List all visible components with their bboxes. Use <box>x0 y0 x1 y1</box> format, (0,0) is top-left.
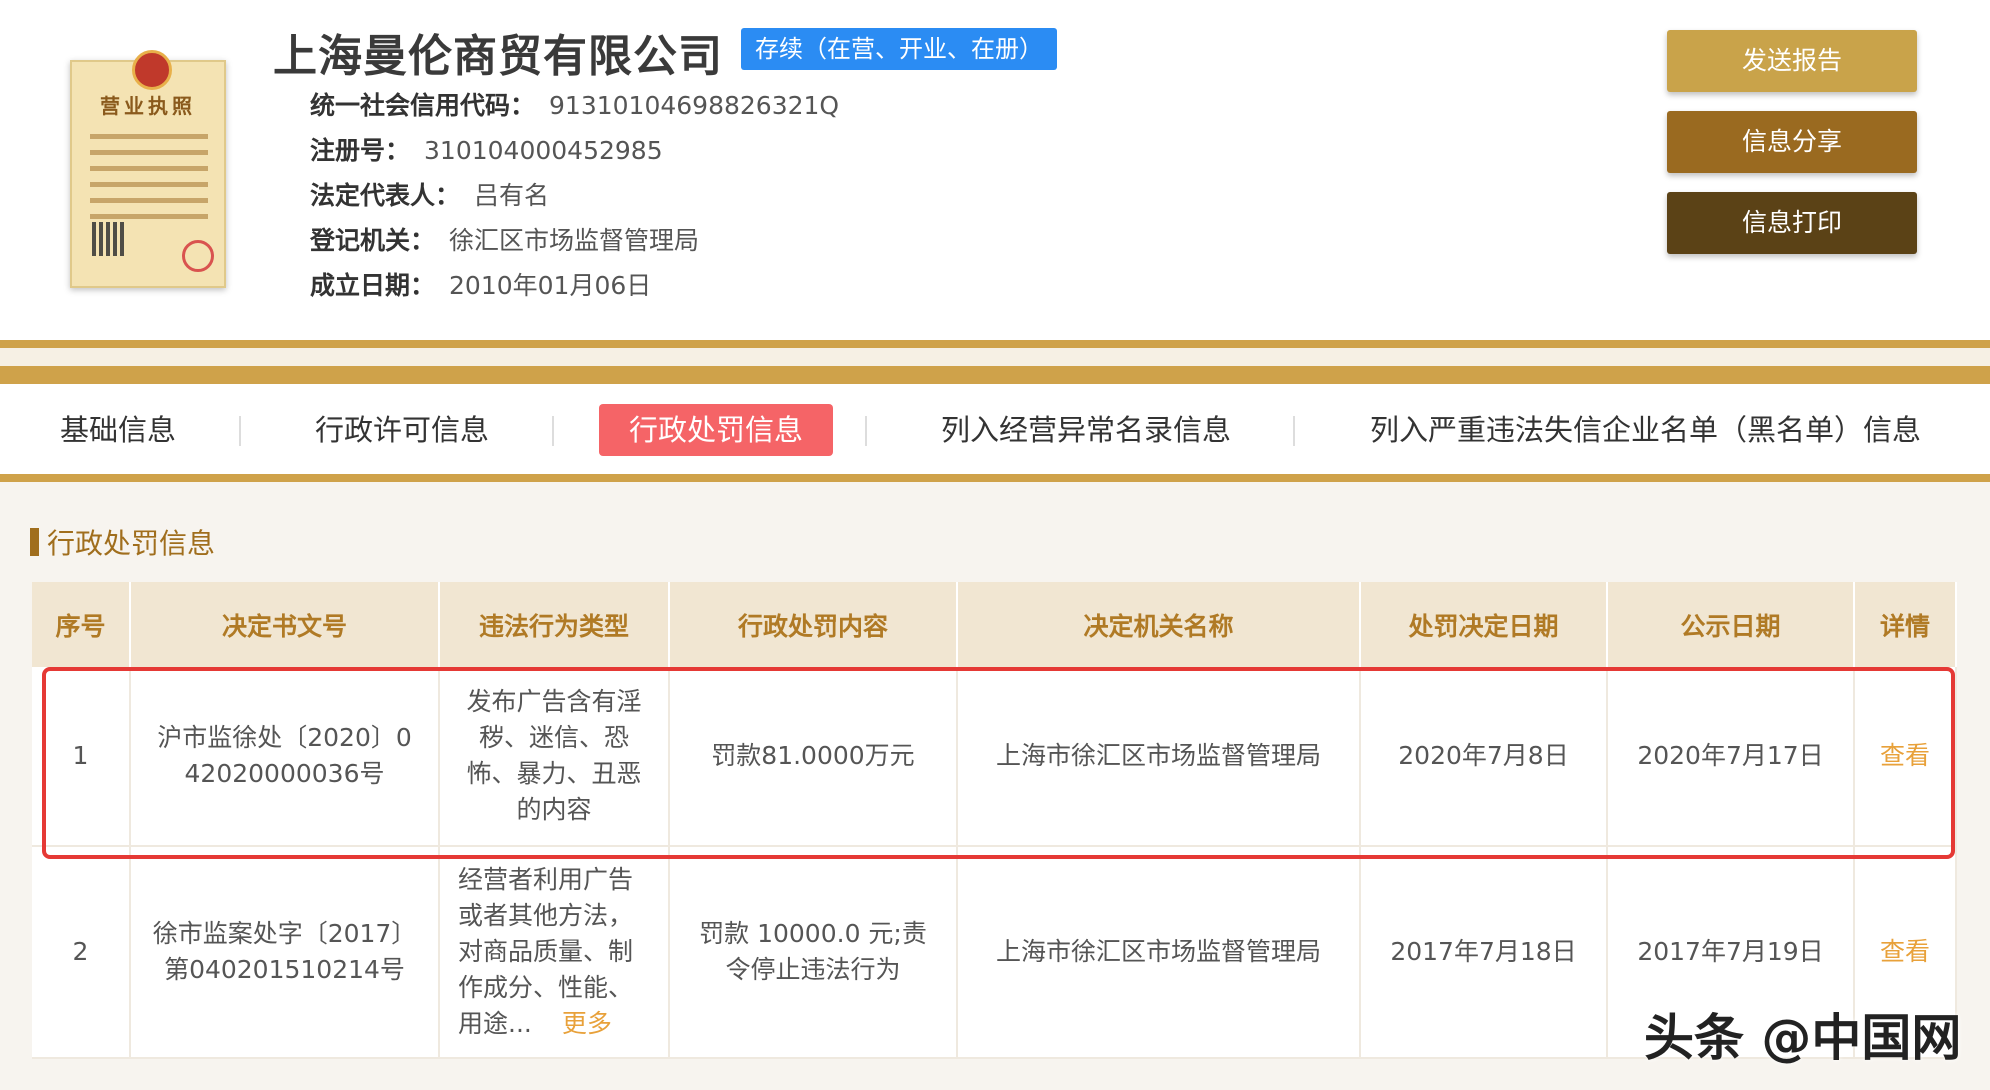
tab-admin-penalty[interactable]: 行政处罚信息 <box>599 404 834 456</box>
legal-rep-value: 吕有名 <box>474 181 550 210</box>
view-details-link[interactable]: 查看 <box>1880 937 1930 966</box>
founded-date-value: 2010年01月06日 <box>449 271 652 300</box>
cell-authority: 上海市徐汇区市场监督管理局 <box>957 667 1361 847</box>
col-header-violation-type: 违法行为类型 <box>439 582 670 667</box>
reg-authority-row: 登记机关： 徐汇区市场监督管理局 <box>310 221 699 257</box>
license-text-lines <box>90 134 208 230</box>
company-header: 营业执照 上海曼伦商贸有限公司 存续（在营、开业、在册） 统一社会信用代码： 91… <box>0 0 1990 340</box>
table-row: 1 沪市监徐处〔2020〕0 42020000036号 发布广告含有淫秽、迷信、… <box>32 667 1957 847</box>
cell-penalty-content: 罚款 10000.0 元;责令停止违法行为 <box>669 846 958 1059</box>
section-marker-icon <box>30 528 39 556</box>
cell-doc-no: 徐市监案处字〔2017〕 第040201510214号 <box>130 846 440 1059</box>
cell-index: 1 <box>32 667 131 847</box>
col-header-publish-date: 公示日期 <box>1607 582 1855 667</box>
status-badge: 存续（在营、开业、在册） <box>741 28 1057 70</box>
send-report-button[interactable]: 发送报告 <box>1667 30 1917 92</box>
cell-index: 2 <box>32 846 131 1059</box>
section-title: 行政处罚信息 <box>30 522 215 562</box>
print-info-button[interactable]: 信息打印 <box>1667 192 1917 254</box>
col-header-details: 详情 <box>1854 582 1957 667</box>
reg-number-label: 注册号： <box>310 136 411 165</box>
section-title-text: 行政处罚信息 <box>47 527 216 560</box>
company-name: 上海曼伦商贸有限公司 <box>273 31 723 82</box>
col-header-authority: 决定机关名称 <box>957 582 1361 667</box>
credit-code-label: 统一社会信用代码： <box>310 91 536 120</box>
reg-authority-label: 登记机关： <box>310 226 436 255</box>
tab-admin-license[interactable]: 行政许可信息 <box>315 404 489 456</box>
penalty-table: 序号 决定书文号 违法行为类型 行政处罚内容 决定机关名称 处罚决定日期 公示日… <box>32 582 1957 1059</box>
tab-separator <box>1293 416 1295 446</box>
tab-bar: 基础信息 行政许可信息 行政处罚信息 列入经营异常名录信息 列入严重违法失信企业… <box>0 384 1990 474</box>
view-details-link[interactable]: 查看 <box>1880 741 1930 770</box>
tab-abnormal-list[interactable]: 列入经营异常名录信息 <box>941 404 1231 456</box>
founded-date-row: 成立日期： 2010年01月06日 <box>310 266 651 302</box>
gold-divider <box>0 366 1990 384</box>
gold-divider <box>0 474 1990 482</box>
cell-publish-date: 2020年7月17日 <box>1607 667 1855 847</box>
cell-violation-type: 发布广告含有淫秽、迷信、恐怖、暴力、丑恶的内容 <box>439 667 670 847</box>
divider-gap <box>0 348 1990 366</box>
tab-separator <box>552 416 554 446</box>
tab-separator <box>239 416 241 446</box>
tab-basic-info[interactable]: 基础信息 <box>60 404 176 456</box>
business-license-image[interactable]: 营业执照 <box>70 50 226 288</box>
more-link[interactable]: 更多 <box>562 1009 612 1038</box>
cell-authority: 上海市徐汇区市场监督管理局 <box>957 846 1361 1059</box>
cell-decision-date: 2020年7月8日 <box>1360 667 1608 847</box>
cell-details: 查看 <box>1854 667 1957 847</box>
qr-code-icon <box>92 222 126 256</box>
gold-divider <box>0 340 1990 348</box>
license-title: 营业执照 <box>100 94 196 118</box>
national-emblem-icon <box>132 50 172 90</box>
tab-separator <box>865 416 867 446</box>
cell-doc-no: 沪市监徐处〔2020〕0 42020000036号 <box>130 667 440 847</box>
cell-violation-type: 经营者利用广告或者其他方法，对商品质量、制作成分、性能、用途... 更多 <box>439 846 670 1059</box>
reg-number-row: 注册号： 310104000452985 <box>310 131 663 167</box>
watermark: 头条 @中国网 <box>1644 1009 1962 1067</box>
reg-authority-value: 徐汇区市场监督管理局 <box>449 226 700 255</box>
legal-rep-row: 法定代表人： 吕有名 <box>310 176 549 212</box>
credit-code-row: 统一社会信用代码： 91310104698826321Q <box>310 86 839 122</box>
reg-number-value: 310104000452985 <box>424 136 663 165</box>
seal-stamp-icon <box>182 240 214 272</box>
cell-decision-date: 2017年7月18日 <box>1360 846 1608 1059</box>
tab-blacklist[interactable]: 列入严重违法失信企业名单（黑名单）信息 <box>1370 404 1921 456</box>
col-header-index: 序号 <box>32 582 131 667</box>
col-header-penalty-content: 行政处罚内容 <box>669 582 958 667</box>
credit-code-value: 91310104698826321Q <box>549 91 840 120</box>
legal-rep-label: 法定代表人： <box>310 181 461 210</box>
col-header-decision-date: 处罚决定日期 <box>1360 582 1608 667</box>
share-info-button[interactable]: 信息分享 <box>1667 111 1917 173</box>
table-header-row: 序号 决定书文号 违法行为类型 行政处罚内容 决定机关名称 处罚决定日期 公示日… <box>32 582 1957 667</box>
col-header-doc-no: 决定书文号 <box>130 582 440 667</box>
founded-date-label: 成立日期： <box>310 271 436 300</box>
cell-penalty-content: 罚款81.0000万元 <box>669 667 958 847</box>
